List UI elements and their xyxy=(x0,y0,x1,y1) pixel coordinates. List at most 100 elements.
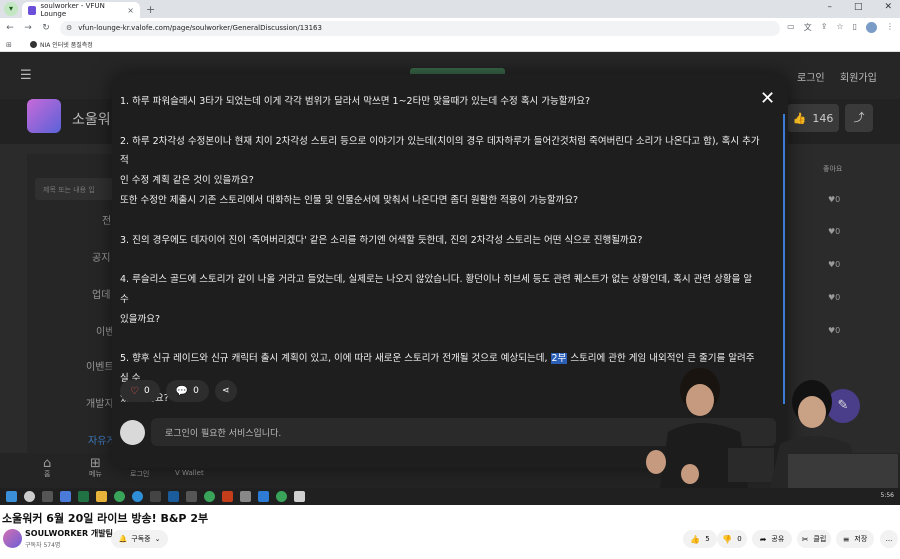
app-icon[interactable] xyxy=(258,491,269,502)
question-3: 3. 진의 경우에도 데자이어 진이 '죽여버리겠다' 같은 소리를 하기엔 어… xyxy=(120,234,643,246)
windows-taskbar: 5:56 xyxy=(0,488,900,505)
like-button[interactable]: ♡ 0 xyxy=(120,380,160,402)
share-page-icon[interactable]: ⇪ xyxy=(821,22,828,33)
share-icon[interactable]: ⤴ xyxy=(845,104,873,132)
save-button[interactable]: ≡ 저장 xyxy=(836,530,874,548)
signup-link[interactable]: 회원가입 xyxy=(840,69,877,84)
subscribe-button[interactable]: 🔔 구독중 ⌄ xyxy=(111,530,168,548)
more-actions-button[interactable]: ... xyxy=(880,530,898,548)
bottom-nav-wallet[interactable]: V Wallet xyxy=(175,469,204,477)
app-icon[interactable] xyxy=(294,491,305,502)
chrome-icon[interactable] xyxy=(276,491,287,502)
maximize-icon[interactable]: □ xyxy=(854,2,863,12)
row-like-count: ♥0 xyxy=(828,293,841,302)
sidebar-item-dev[interactable]: 개발지 xyxy=(86,395,114,410)
modal-scrollbar[interactable] xyxy=(783,114,785,404)
bottom-nav-menu[interactable]: 메뉴 xyxy=(89,469,102,479)
thumbs-down-icon: 👎 xyxy=(722,534,733,544)
sidebar-item-update[interactable]: 업데 xyxy=(92,286,110,301)
bookmark-label: NIA 인터넷 품질측정 xyxy=(40,42,93,49)
toolbar-right: ▭ 文 ⇪ ☆ ▯ ⋮ xyxy=(787,22,894,33)
heart-icon: ♡ xyxy=(130,385,139,397)
web-page: ☰ 로그인 회원가입 소울워 👍 146 ⤴ 제목 또는 내용 입 전 공지 업… xyxy=(0,52,900,488)
channel-avatar[interactable] xyxy=(3,529,22,548)
save-label: 저장 xyxy=(854,535,868,543)
site-info-icon[interactable]: ⚙ xyxy=(66,24,72,32)
question-2-line1: 2. 하루 2차각성 수정본이나 현재 치이 2차각성 스토리 등으로 이야기가… xyxy=(120,135,760,167)
sidebar-item-all[interactable]: 전 xyxy=(102,212,111,227)
bottom-nav-home[interactable]: 홈 xyxy=(44,469,50,479)
share-post-icon[interactable]: ⋖ xyxy=(214,380,237,402)
windows-start-icon[interactable] xyxy=(6,491,17,502)
post-comment-count: 0 xyxy=(193,386,199,396)
nia-favicon-icon xyxy=(30,41,37,48)
game-title: 소울워 xyxy=(72,112,111,128)
bookmark-item[interactable]: NIA 인터넷 품질측정 xyxy=(30,40,93,49)
new-tab-icon[interactable]: + xyxy=(146,3,155,16)
bookmark-star-icon[interactable]: ☆ xyxy=(836,22,843,33)
cast-icon[interactable]: ▭ xyxy=(787,22,795,33)
monitor xyxy=(788,454,898,488)
tab-search-icon[interactable]: ▾ xyxy=(4,2,18,16)
reload-icon[interactable]: ↻ xyxy=(38,23,54,33)
close-window-icon[interactable]: ✕ xyxy=(884,2,892,12)
hamburger-menu-icon[interactable]: ☰ xyxy=(20,68,32,83)
question-2-line3: 또한 수정안 제출시 기존 스토리에서 대화하는 인물 및 인물순서에 맞춰서 … xyxy=(120,194,579,206)
share-video-button[interactable]: ➦ 공유 xyxy=(752,530,792,548)
minimize-icon[interactable]: – xyxy=(827,2,832,12)
search-icon[interactable] xyxy=(24,491,35,502)
task-view-icon[interactable] xyxy=(42,491,53,502)
login-link[interactable]: 로그인 xyxy=(797,69,825,84)
back-icon[interactable]: ← xyxy=(2,23,18,33)
app-icon[interactable] xyxy=(186,491,197,502)
channel-name[interactable]: SOULWORKER 개발팀 xyxy=(25,528,113,539)
app-icon[interactable] xyxy=(150,491,161,502)
thumbs-up-icon: 👍 xyxy=(690,534,701,544)
folder-icon[interactable] xyxy=(96,491,107,502)
apps-grid-icon[interactable]: ⊞ xyxy=(6,41,18,49)
video-dislike-count: 0 xyxy=(737,535,742,543)
row-like-count: ♥0 xyxy=(828,260,841,269)
youtube-info: 소울워커 6월 20일 라이브 방송! B&P 2부 SOULWORKER 개발… xyxy=(0,505,900,559)
sidebar-item-notice[interactable]: 공지 xyxy=(92,249,110,264)
bottom-nav-login[interactable]: 로그인 xyxy=(130,469,149,479)
close-tab-icon[interactable]: × xyxy=(127,6,134,15)
menu-kebab-icon[interactable]: ⋮ xyxy=(886,22,894,33)
clip-button[interactable]: ✂ 클립 xyxy=(797,530,831,548)
comment-bubble-icon: 💬 xyxy=(175,385,189,397)
game-like-button[interactable]: 👍 146 xyxy=(787,104,839,132)
avatar xyxy=(120,419,145,445)
steam-icon[interactable] xyxy=(168,491,179,502)
question-1: 1. 하루 파워슬래시 3타가 되었는데 이게 각각 범위가 달라서 막쓰면 1… xyxy=(120,96,591,107)
question-2-line2: 인 수정 계획 같은 것이 있을까요? xyxy=(120,175,254,187)
browser-tab[interactable]: soulworker - VFUN Lounge × xyxy=(22,2,140,18)
sidepanel-icon[interactable]: ▯ xyxy=(853,22,857,33)
tab-title: soulworker - VFUN Lounge xyxy=(40,2,105,18)
like-video-button[interactable]: 👍 5 xyxy=(683,530,717,548)
question-4-line1: 4. 루슬리스 골드에 스토리가 같이 나올 거라고 들었는데, 실제로는 나오… xyxy=(120,274,753,305)
row-like-count: ♥0 xyxy=(828,326,841,335)
row-like-count: ♥0 xyxy=(828,227,841,236)
game-icon xyxy=(27,99,61,133)
screen: ▾ soulworker - VFUN Lounge × + – □ ✕ ← →… xyxy=(0,0,900,559)
laptop xyxy=(728,448,774,482)
settings-icon[interactable] xyxy=(240,491,251,502)
chrome-icon[interactable] xyxy=(204,491,215,502)
excel-icon[interactable] xyxy=(78,491,89,502)
powerpoint-icon[interactable] xyxy=(222,491,233,502)
app-icon[interactable] xyxy=(60,491,71,502)
edge-icon[interactable] xyxy=(132,491,143,502)
translate-icon[interactable]: 文 xyxy=(804,22,812,33)
sidebar-item-event2[interactable]: 이벤트 xyxy=(86,358,114,373)
url-bar[interactable]: ⚙ vfun-lounge-kr.valofe.com/page/soulwor… xyxy=(60,20,780,36)
dislike-video-button[interactable]: 👎 0 xyxy=(717,530,747,548)
forward-icon[interactable]: → xyxy=(20,23,36,33)
close-modal-icon[interactable]: ✕ xyxy=(760,88,775,109)
profile-avatar[interactable] xyxy=(866,22,877,33)
chrome-icon[interactable] xyxy=(114,491,125,502)
vfun-favicon-icon xyxy=(28,5,37,15)
browser-tab-bar: ▾ soulworker - VFUN Lounge × + – □ ✕ xyxy=(0,0,900,18)
person-hand xyxy=(646,450,666,474)
subscribe-label: 구독중 xyxy=(131,535,151,543)
comment-button[interactable]: 💬 0 xyxy=(165,380,209,402)
